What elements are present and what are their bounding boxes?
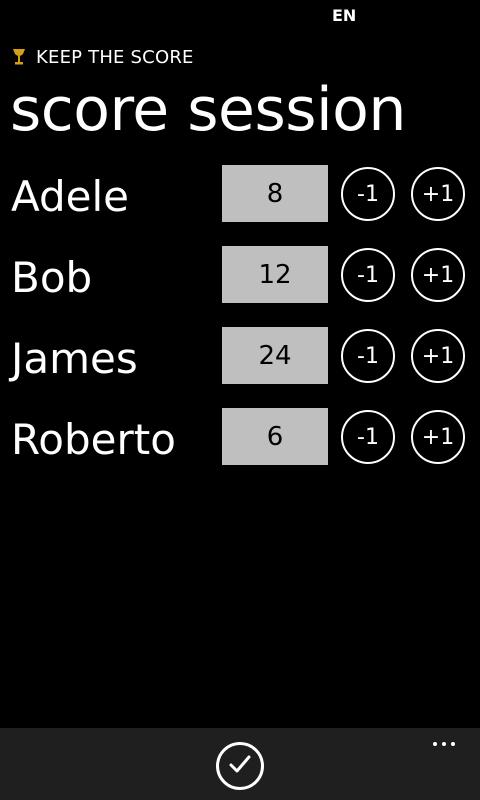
player-name: Roberto xyxy=(11,415,176,464)
player-row: Bob 12 -1 +1 xyxy=(0,246,480,327)
language-indicator: EN xyxy=(332,6,357,25)
increment-button[interactable]: +1 xyxy=(411,410,465,464)
player-row: James 24 -1 +1 xyxy=(0,327,480,408)
more-options-button[interactable] xyxy=(424,732,464,756)
app-bar xyxy=(0,728,480,800)
player-row: Adele 8 -1 +1 xyxy=(0,165,480,246)
player-row: Roberto 6 -1 +1 xyxy=(0,408,480,489)
increment-button[interactable]: +1 xyxy=(411,167,465,221)
score-value: 6 xyxy=(222,408,328,465)
accept-button[interactable] xyxy=(216,742,264,790)
decrement-button[interactable]: -1 xyxy=(341,248,395,302)
ellipsis-dot xyxy=(451,742,455,746)
decrement-button[interactable]: -1 xyxy=(341,167,395,221)
trophy-icon xyxy=(12,48,26,66)
score-value: 8 xyxy=(222,165,328,222)
player-name: Adele xyxy=(11,172,130,221)
increment-button[interactable]: +1 xyxy=(411,248,465,302)
decrement-button[interactable]: -1 xyxy=(341,410,395,464)
check-icon xyxy=(228,752,252,780)
player-name: James xyxy=(11,334,138,383)
score-value: 12 xyxy=(222,246,328,303)
player-list: Adele 8 -1 +1 Bob 12 -1 +1 James 24 -1 +… xyxy=(0,165,480,489)
ellipsis-icon xyxy=(433,742,437,746)
ellipsis-dot xyxy=(442,742,446,746)
page-title: score session xyxy=(10,75,406,145)
app-header: KEEP THE SCORE xyxy=(12,46,194,68)
decrement-button[interactable]: -1 xyxy=(341,329,395,383)
app-title: KEEP THE SCORE xyxy=(36,46,194,68)
score-value: 24 xyxy=(222,327,328,384)
increment-button[interactable]: +1 xyxy=(411,329,465,383)
player-name: Bob xyxy=(11,253,93,302)
status-bar: EN xyxy=(0,0,480,32)
